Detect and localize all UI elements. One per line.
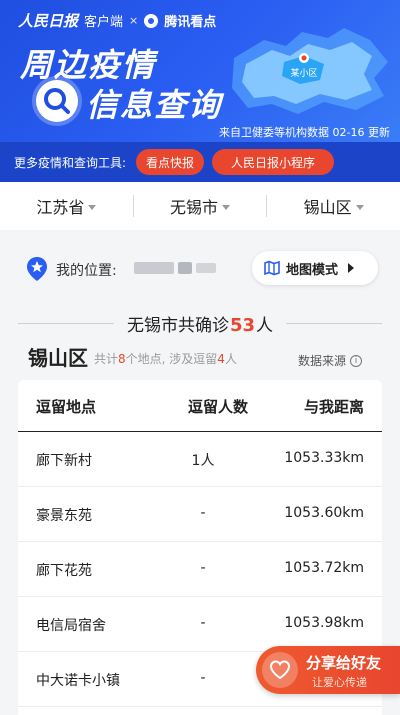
cell-count: - (200, 560, 206, 576)
brand-tencent: 腾讯看点 (164, 15, 217, 30)
cell-count: 1人 (191, 453, 215, 469)
map-mode-label: 地图模式 (286, 262, 339, 278)
cell-distance: 1053.60km (284, 505, 364, 521)
region-map-illustration: 某小区 (232, 28, 388, 114)
cell-place: 豪景东苑 (36, 508, 92, 524)
district-value: 锡山区 (303, 198, 352, 217)
map-icon (264, 260, 280, 276)
brand-rmrb-logo: 人民日报 (18, 12, 79, 30)
stats-prefix: 共计 (94, 352, 119, 366)
kandian-news-button[interactable]: 看点快报 (136, 149, 205, 175)
brand-cross: × (129, 14, 139, 27)
share-subtitle: 让爱心传递 (312, 676, 367, 689)
tools-label: 更多疫情和查询工具: (14, 155, 127, 170)
district-title: 锡山区 (28, 346, 88, 370)
caret-down-icon (222, 205, 231, 210)
cell-place: 中大诺卡小镇 (36, 673, 120, 689)
stats-suffix: 人 (224, 352, 237, 366)
cell-place: 廊下花苑 (36, 563, 92, 579)
places-count: 8 (118, 352, 126, 366)
search-icon (36, 80, 78, 122)
map-pin-label: 某小区 (290, 68, 317, 79)
cell-place: 电信局宿舍 (36, 618, 106, 634)
summary-prefix: 无锡市共确诊 (126, 315, 229, 336)
divider (18, 323, 114, 324)
tencent-eye-icon (144, 13, 159, 28)
region-selector: 江苏省 无锡市 锡山区 (0, 182, 400, 230)
table-header: 逗留地点 逗留人数 与我距离 (18, 380, 382, 432)
confirmed-count: 53 (229, 314, 256, 336)
cell-distance: 1053.98km (284, 615, 364, 631)
district-select[interactable]: 锡山区 (267, 194, 400, 218)
update-info: 来自卫健委等机构数据 02-16 更新 (219, 126, 390, 139)
cell-distance: 1053.72km (284, 560, 364, 576)
heart-icon (262, 652, 298, 688)
cell-count: - (200, 505, 206, 521)
data-source-label: 数据来源 (298, 354, 347, 368)
summary-text: 无锡市共确诊 53 人 (127, 311, 273, 336)
stats-mid: 个地点, 涉及逗留 (125, 352, 218, 366)
city-select[interactable]: 无锡市 (134, 194, 267, 218)
page-title-line2: 信息查询 (86, 86, 223, 124)
cell-count: - (200, 615, 206, 631)
caret-down-icon (88, 205, 97, 210)
arrow-right-icon (348, 263, 355, 273)
col-header-distance: 与我距离 (303, 398, 364, 416)
table-row[interactable]: 豪景东苑 - 1053.60km (18, 487, 382, 542)
blurred-location-value (134, 262, 216, 274)
share-to-friends-button[interactable]: 分享给好友 让爱心传递 (256, 646, 400, 694)
caret-down-icon (355, 205, 364, 210)
province-select[interactable]: 江苏省 (0, 194, 133, 218)
people-count: 4 (217, 352, 225, 366)
cell-distance: 1053.33km (284, 450, 364, 466)
header-banner: 人民日报 客户端 × 腾讯看点 周边疫情 信息查询 某小区 来自卫健委等机构数据… (0, 0, 400, 142)
rmrb-miniprogram-button[interactable]: 人民日报小程序 (212, 149, 335, 175)
my-location-label: 我的位置: (56, 263, 117, 279)
district-header: 锡山区 共计8个地点, 涉及逗留4人 数据来源 i (0, 340, 400, 376)
province-value: 江苏省 (36, 198, 85, 217)
tools-bar: 更多疫情和查询工具: 看点快报 人民日报小程序 (0, 142, 400, 182)
data-source-link[interactable]: 数据来源 i (298, 352, 363, 369)
cell-place: 廊下新村 (36, 453, 92, 469)
col-header-count: 逗留人数 (188, 398, 249, 416)
district-stats: 共计8个地点, 涉及逗留4人 (94, 350, 237, 367)
city-value: 无锡市 (170, 198, 219, 217)
brand-row: 人民日报 客户端 × 腾讯看点 (18, 10, 216, 31)
info-icon: i (350, 354, 363, 367)
cell-count: - (200, 670, 206, 686)
table-row[interactable]: 廊下花苑 - 1053.72km (18, 542, 382, 597)
city-summary: 无锡市共确诊 53 人 (0, 306, 400, 340)
table-row[interactable]: 电信局宿舍 - 1053.98km (18, 597, 382, 652)
summary-suffix: 人 (256, 315, 274, 336)
share-title: 分享给好友 (306, 654, 382, 672)
map-mode-button[interactable]: 地图模式 (252, 251, 378, 285)
divider (286, 323, 382, 324)
location-pin-icon (27, 257, 47, 281)
col-header-place: 逗留地点 (36, 398, 97, 416)
table-row[interactable]: 廊下新村 1人 1053.33km (18, 432, 382, 487)
brand-client: 客户端 (84, 15, 124, 30)
location-row: 我的位置: 地图模式 (0, 232, 400, 304)
